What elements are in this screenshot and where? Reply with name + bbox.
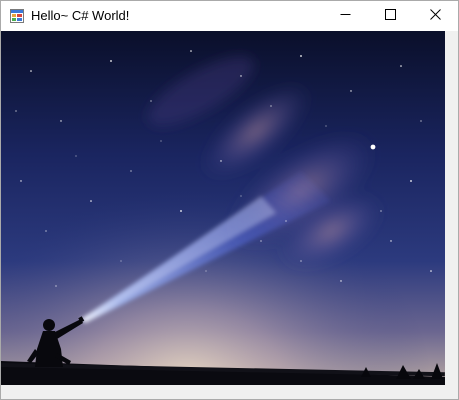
app-window: Hello~ C# World! [0,0,459,400]
maximize-icon [385,7,396,25]
title-bar[interactable]: Hello~ C# World! [1,1,458,31]
windows-form-icon[interactable] [10,9,24,23]
minimize-button[interactable] [323,1,368,31]
maximize-button[interactable] [368,1,413,31]
minimize-icon [340,7,351,25]
window-title: Hello~ C# World! [31,8,130,23]
close-icon [430,7,441,25]
form-client-area [1,31,458,399]
close-button[interactable] [413,1,458,31]
night-sky-flashlight-photo [1,31,445,385]
picture-box [1,31,445,385]
